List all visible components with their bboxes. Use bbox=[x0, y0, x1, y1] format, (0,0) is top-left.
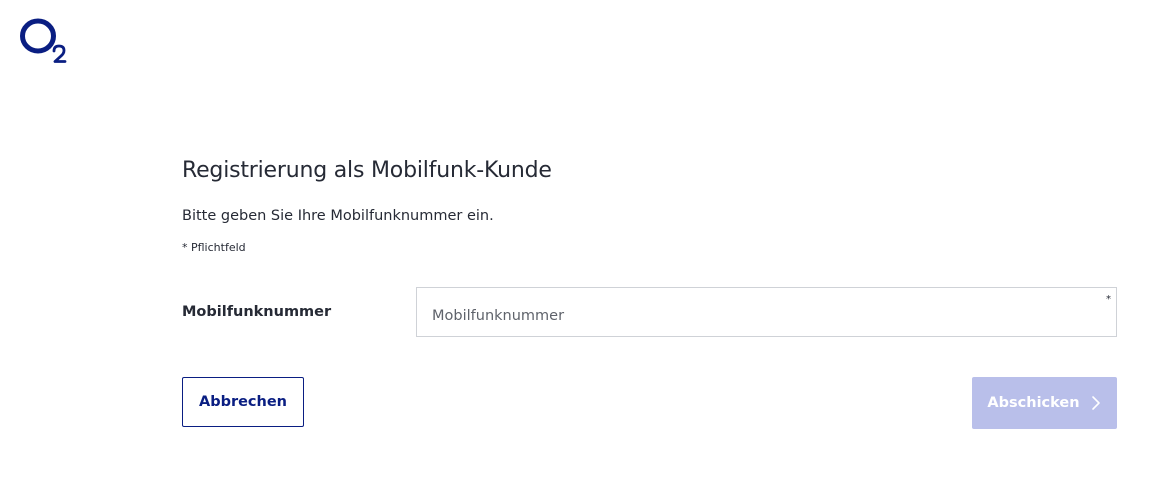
phone-field: * bbox=[416, 287, 1117, 337]
cancel-button[interactable]: Abbrechen bbox=[182, 377, 304, 427]
phone-label: Mobilfunknummer bbox=[182, 304, 332, 320]
intro-text: Bitte geben Sie Ihre Mobilfunknummer ein… bbox=[182, 208, 494, 224]
cancel-button-label: Abbrechen bbox=[198, 394, 288, 410]
chevron-right-icon bbox=[1091, 396, 1100, 410]
page-title: Registrierung als Mobilfunk-Kunde bbox=[182, 158, 552, 183]
required-field-note: * Pflichtfeld bbox=[182, 241, 246, 254]
required-marker: * bbox=[1106, 294, 1111, 305]
submit-button[interactable]: Abschicken bbox=[972, 377, 1117, 429]
submit-button-label: Abschicken bbox=[987, 395, 1080, 411]
registration-panel: Registrierung als Mobilfunk-Kunde Bitte … bbox=[182, 0, 1117, 484]
o2-logo-icon bbox=[20, 18, 67, 63]
phone-input[interactable] bbox=[417, 288, 1116, 336]
o2-logo[interactable] bbox=[19, 18, 69, 64]
